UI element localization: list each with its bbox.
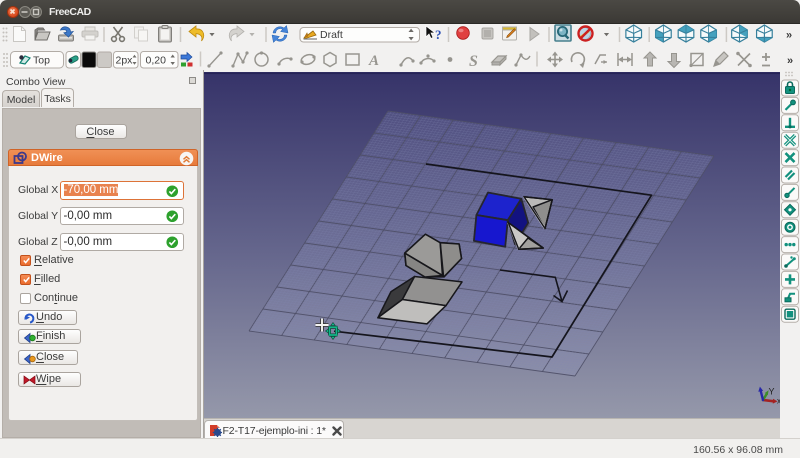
- svg-text:?: ?: [435, 27, 442, 42]
- svg-text:S: S: [469, 53, 478, 70]
- svg-text:0,20: 0,20: [146, 55, 167, 67]
- svg-text:A: A: [368, 53, 379, 69]
- svg-text:Top: Top: [33, 55, 50, 67]
- svg-text:»: »: [787, 55, 793, 67]
- svg-text:Y: Y: [769, 387, 775, 397]
- svg-text:2px: 2px: [116, 55, 134, 67]
- svg-text:Draft: Draft: [320, 29, 343, 41]
- svg-text:»: »: [786, 30, 792, 42]
